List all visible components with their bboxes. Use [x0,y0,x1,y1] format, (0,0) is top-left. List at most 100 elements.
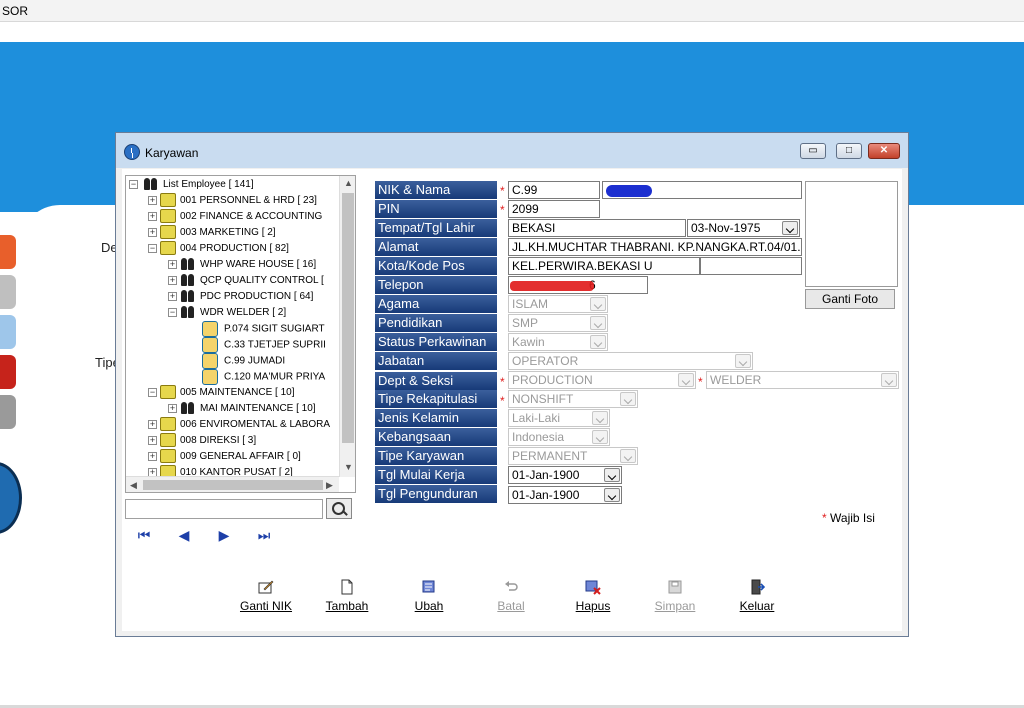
agama-select[interactable]: ISLAM [508,295,608,313]
expand-icon[interactable]: + [168,276,177,285]
chevron-down-icon[interactable] [592,430,608,444]
nik-field[interactable]: C.99 [508,181,600,199]
chevron-down-icon[interactable] [604,468,620,482]
expand-icon[interactable]: + [148,420,157,429]
tree-item[interactable]: − 005 MAINTENANCE [ 10] [148,385,294,401]
search-icon[interactable] [326,498,352,519]
expand-icon[interactable]: + [148,436,157,445]
scroll-down-icon[interactable]: ▼ [344,462,353,472]
side-app-icon[interactable] [0,355,16,389]
tree-label: C.120 MA'MUR PRIYA [224,371,326,383]
expand-icon[interactable]: + [148,452,157,461]
chevron-down-icon[interactable] [604,488,620,502]
chevron-down-icon[interactable] [782,221,798,235]
tree-item[interactable]: +001 PERSONNEL & HRD [ 23] [148,193,317,209]
chevron-down-icon[interactable] [620,392,636,406]
tree-item[interactable]: +002 FINANCE & ACCOUNTING [148,209,322,225]
collapse-icon[interactable]: − [148,388,157,397]
collapse-icon[interactable]: − [168,308,177,317]
chevron-down-icon[interactable] [678,373,694,387]
tgl-mulai-field[interactable]: 01-Jan-1900 [508,466,622,484]
maximize-button[interactable]: □ [836,143,862,159]
chevron-down-icon[interactable] [590,335,606,349]
tree-item[interactable]: + WHP WARE HOUSE [ 16] [168,257,316,273]
hapus-button[interactable]: Hapus [558,579,628,619]
gear-icon[interactable] [0,275,16,309]
app-circle-button[interactable] [0,462,22,534]
tree-vertical-scrollbar[interactable]: ▲ ▼ [339,176,355,477]
ganti-nik-button[interactable]: Ganti NIK [231,579,301,619]
simpan-button[interactable]: Simpan [640,579,710,619]
undo-icon [505,581,518,591]
pin-field[interactable]: 2099 [508,200,600,218]
tree-item[interactable]: +009 GENERAL AFFAIR [ 0] [148,449,301,465]
tree-label: 001 PERSONNEL & HRD [ 23] [180,195,317,206]
tree-item[interactable]: − 004 PRODUCTION [ 82] [148,241,289,257]
person-icon [202,321,218,337]
keluar-button[interactable]: Keluar [722,579,792,619]
tree-root[interactable]: − List Employee [ 141] [129,177,254,193]
ubah-label: Ubah [414,599,444,613]
employee-tree[interactable]: − List Employee [ 141] +001 PERSONNEL & … [125,175,356,493]
close-button[interactable]: ✕ [868,143,900,159]
chevron-down-icon[interactable] [590,297,606,311]
prev-record-button[interactable]: ◀ [172,524,196,546]
chevron-down-icon[interactable] [590,316,606,330]
tree-item[interactable]: + QCP QUALITY CONTROL [ [168,273,324,289]
dept-select[interactable]: PRODUCTION [508,371,696,389]
jenis-kelamin-select[interactable]: Laki-Laki [508,409,610,427]
tree-item[interactable]: + PDC PRODUCTION [ 64] [168,289,313,305]
first-record-button[interactable]: ⏮ [132,524,156,546]
ubah-button[interactable]: Ubah [394,579,464,619]
chevron-down-icon[interactable] [592,411,608,425]
side-app-icon[interactable] [0,235,16,269]
tree-horizontal-scrollbar[interactable]: ◀ ▶ [126,476,339,492]
tipe-rekap-select[interactable]: NONSHIFT [508,390,638,408]
expand-icon[interactable]: + [148,228,157,237]
tipe-karyawan-select[interactable]: PERMANENT [508,447,638,465]
pendidikan-select[interactable]: SMP [508,314,608,332]
tree-item[interactable]: + MAI MAINTENANCE [ 10] [168,401,316,417]
tgl-lahir-field[interactable]: 03-Nov-1975 [687,219,800,237]
dialog-titlebar[interactable]: Karyawan ▭ □ ✕ [116,133,908,168]
chevron-down-icon[interactable] [881,373,897,387]
minimize-button[interactable]: ▭ [800,143,826,159]
tempat-field[interactable]: BEKASI [508,219,686,237]
scroll-thumb[interactable] [143,480,323,490]
expand-icon[interactable]: + [148,196,157,205]
scroll-right-icon[interactable]: ▶ [326,480,333,491]
collapse-icon[interactable]: − [129,180,138,189]
jabatan-select[interactable]: OPERATOR [508,352,753,370]
side-app-icon[interactable] [0,395,16,429]
tambah-button[interactable]: Tambah [312,579,382,619]
expand-icon[interactable]: + [168,260,177,269]
kota-field[interactable]: KEL.PERWIRA.BEKASI U [508,257,700,275]
tree-item[interactable]: +003 MARKETING [ 2] [148,225,276,241]
seksi-select[interactable]: WELDER [706,371,899,389]
next-record-button[interactable]: ▶ [212,524,236,546]
collapse-icon[interactable]: − [148,244,157,253]
alamat-field[interactable]: JL.KH.MUCHTAR THABRANI. KP.NANGKA.RT.04/… [508,238,802,256]
tree-item[interactable]: +006 ENVIROMENTAL & LABORA [148,417,330,433]
ganti-foto-button[interactable]: Ganti Foto [805,289,895,309]
simpan-label: Simpan [654,599,696,613]
status-select[interactable]: Kawin [508,333,608,351]
karyawan-dialog: Karyawan ▭ □ ✕ − List Employee [ 141] +0… [115,132,909,637]
tgl-keluar-field[interactable]: 01-Jan-1900 [508,486,622,504]
expand-icon[interactable]: + [168,292,177,301]
chevron-down-icon[interactable] [620,449,636,463]
tree-item[interactable]: − WDR WELDER [ 2] [168,305,286,321]
expand-icon[interactable]: + [168,404,177,413]
scroll-up-icon[interactable]: ▲ [344,178,353,188]
expand-icon[interactable]: + [148,212,157,221]
kebangsaan-select[interactable]: Indonesia [508,428,610,446]
scroll-left-icon[interactable]: ◀ [130,480,137,491]
last-record-button[interactable]: ⏭ [252,524,276,546]
tree-item[interactable]: +008 DIREKSI [ 3] [148,433,256,449]
tree-search-input[interactable] [125,499,323,519]
chevron-down-icon[interactable] [735,354,751,368]
scroll-thumb[interactable] [342,193,354,443]
side-app-icon[interactable] [0,315,16,349]
batal-button[interactable]: Batal [476,579,546,619]
kode-pos-field[interactable] [700,257,802,275]
